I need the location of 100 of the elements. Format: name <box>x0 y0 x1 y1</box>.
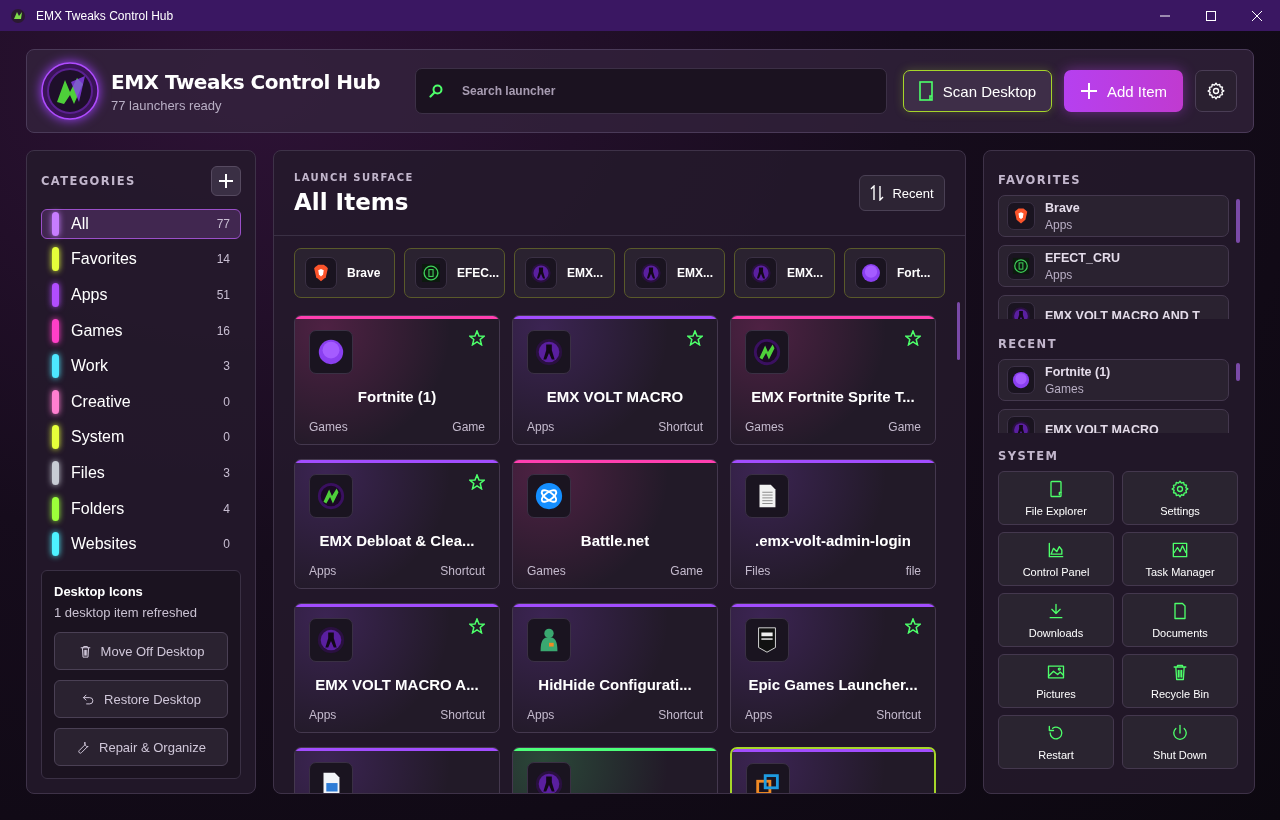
category-label: Apps <box>527 420 555 434</box>
system-shortcut-button[interactable]: Documents <box>1122 593 1238 647</box>
launcher-card[interactable]: EMX Fortnite Sprite T... Games Game <box>730 315 936 445</box>
scrollbar-thumb[interactable] <box>1236 363 1240 381</box>
launcher-card[interactable]: .emx-volt-admin-login Files file <box>730 459 936 589</box>
item-category: Games <box>1045 381 1085 396</box>
scan-desktop-button[interactable]: Scan Desktop <box>903 70 1052 112</box>
category-label: Apps <box>745 708 773 722</box>
launcher-card[interactable]: EMX VOLT MACRO A... Apps Shortcut <box>294 603 500 733</box>
type-label: file <box>905 564 921 578</box>
type-label: Shortcut <box>658 420 703 434</box>
system-shortcut-button[interactable]: Control Panel <box>998 532 1114 586</box>
category-item[interactable]: Websites 0 <box>41 529 241 559</box>
system-shortcut-button[interactable]: Settings <box>1122 471 1238 525</box>
type-label: Shortcut <box>440 708 485 722</box>
app-logo-icon <box>41 62 99 120</box>
scrollbar-thumb[interactable] <box>1236 199 1240 243</box>
search-field[interactable]: Search launcher <box>415 68 887 114</box>
tablet-icon <box>918 81 933 101</box>
add-item-button[interactable]: Add Item <box>1064 70 1183 112</box>
system-shortcut-button[interactable]: Recycle Bin <box>1122 654 1238 708</box>
type-label: Game <box>670 564 703 578</box>
launcher-card[interactable]: EMX Debloat & Clea... Apps Shortcut <box>294 459 500 589</box>
category-item[interactable]: Games 16 <box>41 315 241 346</box>
section-eyebrow: LAUNCH SURFACE <box>294 171 414 183</box>
launcher-card[interactable]: Epic Games Launcher... Apps Shortcut <box>730 603 936 733</box>
launcher-card[interactable]: EMX VOLT MACRO Apps Shortcut <box>512 315 718 445</box>
section-heading: CATEGORIES <box>41 174 136 188</box>
system-shortcut-button[interactable]: Task Manager <box>1122 532 1238 586</box>
pinned-chip[interactable]: Brave <box>294 248 395 298</box>
section-heading: SYSTEM <box>998 449 1060 463</box>
star-icon[interactable] <box>905 618 921 634</box>
pinned-chip[interactable]: Fort... <box>844 248 945 298</box>
launcher-card[interactable]: HidHide Configurati... Apps Shortcut <box>512 603 718 733</box>
item-name: Brave <box>1045 200 1080 215</box>
favorite-item[interactable]: EFECT_CRU Apps <box>998 245 1229 287</box>
launcher-card[interactable]: Fortnite (1) Games Game <box>294 315 500 445</box>
star-icon[interactable] <box>469 618 485 634</box>
figure-disc-icon <box>640 262 662 284</box>
launcher-count: 77 launchers ready <box>111 97 223 113</box>
system-shortcut-button[interactable]: Restart <box>998 715 1114 769</box>
recent-item[interactable]: Fortnite (1) Games <box>998 359 1229 401</box>
settings-icon <box>1206 81 1226 101</box>
status-text: 1 desktop item refreshed <box>54 605 199 620</box>
settings-icon <box>1170 479 1190 499</box>
system-shortcut-button[interactable]: Shut Down <box>1122 715 1238 769</box>
category-item[interactable]: Work 3 <box>41 351 241 381</box>
favorite-item[interactable]: Brave Apps <box>998 195 1229 237</box>
disc-icon <box>316 337 346 367</box>
item-name: Fortnite (1) <box>1045 364 1111 379</box>
scrollbar-thumb[interactable] <box>957 302 960 360</box>
card-title: Epic Games Launcher... <box>747 676 919 693</box>
system-shortcut-button[interactable]: File Explorer <box>998 471 1114 525</box>
ring-icon <box>420 262 442 284</box>
card-title: HidHide Configurati... <box>537 676 693 693</box>
card-title: EMX VOLT MACRO <box>545 388 685 405</box>
close-icon <box>1251 9 1263 22</box>
desktop-action-button[interactable]: Repair & Organize <box>54 728 228 766</box>
figure-disc-icon <box>750 262 772 284</box>
category-item[interactable]: Files 3 <box>41 458 241 488</box>
category-label: Files <box>745 564 771 578</box>
star-icon[interactable] <box>469 474 485 490</box>
figure-disc-icon <box>534 337 564 367</box>
card-title: EMX VOLT MACRO A... <box>314 676 480 693</box>
plus-icon <box>219 174 233 188</box>
pinned-chip[interactable]: EFEC... <box>404 248 505 298</box>
system-shortcut-button[interactable]: Pictures <box>998 654 1114 708</box>
orbit-icon <box>534 481 564 511</box>
launcher-card[interactable]: Battle.net Games Game <box>512 459 718 589</box>
figure-disc-icon <box>530 262 552 284</box>
sort-button[interactable]: Recent <box>859 175 945 211</box>
disc-icon <box>1011 370 1031 390</box>
category-item[interactable]: All 77 <box>41 209 241 239</box>
desktop-action-button[interactable]: Restore Desktop <box>54 680 228 718</box>
pinned-chip[interactable]: EMX... <box>734 248 835 298</box>
type-label: Shortcut <box>658 708 703 722</box>
category-item[interactable]: Favorites 14 <box>41 244 241 275</box>
category-item[interactable]: Folders 4 <box>41 493 241 524</box>
card-title: EMX Debloat & Clea... <box>318 532 476 549</box>
system-shortcut-button[interactable]: Downloads <box>998 593 1114 647</box>
category-item[interactable]: Creative 0 <box>41 386 241 417</box>
plus-icon <box>1080 82 1098 100</box>
section-heading: FAVORITES <box>998 173 1082 187</box>
pinned-chip[interactable]: EMX... <box>514 248 615 298</box>
emblem-icon <box>752 337 782 367</box>
star-icon[interactable] <box>469 330 485 346</box>
star-icon[interactable] <box>687 330 703 346</box>
type-label: Game <box>452 420 485 434</box>
add-category-button[interactable] <box>211 166 241 196</box>
category-label: Games <box>527 564 566 578</box>
emblem-icon <box>316 481 346 511</box>
category-item[interactable]: Apps 51 <box>41 280 241 310</box>
category-label: Games <box>309 420 348 434</box>
desktop-action-button[interactable]: Move Off Desktop <box>54 632 228 670</box>
star-icon[interactable] <box>905 330 921 346</box>
category-item[interactable]: System 0 <box>41 422 241 453</box>
area-chart-icon <box>1046 540 1066 560</box>
settings-button[interactable] <box>1195 70 1237 112</box>
pinned-chip[interactable]: EMX... <box>624 248 725 298</box>
power-icon <box>1170 723 1190 743</box>
